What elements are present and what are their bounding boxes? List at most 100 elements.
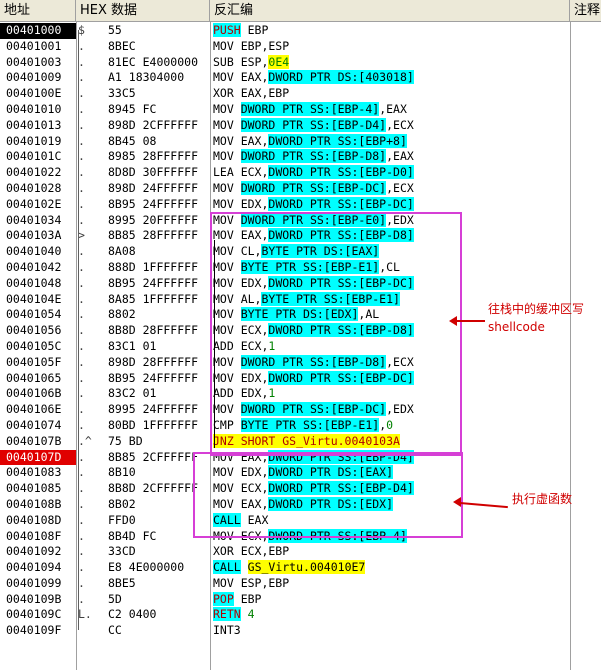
row-disassembly: MOV DWORD PTR SS:[EBP-D4],ECX (213, 117, 414, 132)
row-marker: . (78, 165, 85, 180)
table-row[interactable]: 0040108B. 8B02 MOV EAX,DWORD PTR DS:[EDX] (0, 496, 601, 513)
row-disassembly: MOV BYTE PTR DS:[EDX],AL (213, 307, 380, 322)
row-marker: . (78, 512, 85, 527)
table-row[interactable]: 00401085. 8B8D 2CFFFFFF MOV ECX,DWORD PTR … (0, 481, 601, 497)
column-header-disassembly[interactable]: 反汇编 (210, 0, 570, 21)
row-marker: L. (78, 607, 92, 622)
row-disassembly: MOV DWORD PTR SS:[EBP-DC],EDX (213, 402, 414, 417)
row-hex: 8B4D FC (108, 528, 157, 543)
row-disassembly: MOV EDX,DWORD PTR SS:[EBP-DC] (213, 370, 414, 385)
row-marker: . (78, 275, 85, 290)
row-hex: 8B95 24FFFFFF (108, 196, 199, 211)
row-marker: . (78, 402, 85, 417)
row-disassembly: SUB ESP,0E4 (213, 54, 290, 69)
row-marker: . (78, 591, 85, 606)
table-row[interactable]: 0040109C L. C2 0400 RETN 4 (0, 607, 601, 623)
row-hex: 8B10 (108, 465, 136, 480)
row-hex: A1 18304000 (108, 70, 185, 85)
table-row[interactable]: 0040105F. 898D 28FFFFFF MOV DWORD PTR SS:[… (0, 354, 601, 371)
column-header-comment[interactable]: 注释 (570, 0, 601, 21)
row-address: 00401040 (6, 244, 62, 259)
row-marker: . (78, 86, 85, 101)
row-hex: 81EC E4000000 (108, 54, 199, 69)
row-address: 00401003 (6, 54, 62, 69)
table-row[interactable]: 00401010. 8945 FC MOV DWORD PTR SS:[EBP-4]… (0, 101, 601, 118)
table-row[interactable]: 00401028. 898D 24FFFFFF MOV DWORD PTR SS:[… (0, 180, 601, 197)
row-hex: 33CD (108, 544, 136, 559)
row-marker: . (78, 38, 85, 53)
column-header-address[interactable]: 地址 (0, 0, 76, 21)
row-address: 0040105F (6, 354, 62, 369)
table-row[interactable]: 00401009. A1 18304000 MOV EAX,DWORD PTR DS… (0, 70, 601, 86)
row-disassembly: MOV CL,BYTE PTR DS:[EAX] (213, 244, 380, 259)
table-row[interactable]: 00401092. 33CD XOR ECX,EBP (0, 544, 601, 560)
row-address: 00401000 (0, 23, 76, 39)
row-marker: . (78, 133, 85, 148)
table-row[interactable]: 00401034. 8995 20FFFFFF MOV DWORD PTR SS:[… (0, 212, 601, 229)
row-disassembly: INT3 (213, 623, 241, 638)
table-row[interactable]: 0040106B. 83C2 01 ADD EDX,1 (0, 386, 601, 402)
table-row[interactable]: 00401022. 8D8D 30FFFFFF LEA ECX,DWORD PTR … (0, 165, 601, 181)
row-disassembly: MOV EAX,DWORD PTR SS:[EBP+8] (213, 133, 407, 148)
row-disassembly: MOV EDX,DWORD PTR DS:[EAX] (213, 465, 394, 480)
table-row[interactable]: 0040100E. 33C5 XOR EAX,EBP (0, 86, 601, 102)
table-row[interactable]: 0040107D. 8B85 2CFFFFFF MOV EAX,DWORD PTR … (0, 449, 601, 466)
row-marker: . (78, 291, 85, 306)
column-header-hex[interactable]: HEX 数据 (76, 0, 210, 21)
row-hex: 83C2 01 (108, 386, 157, 401)
table-row[interactable]: 00401019. 8B45 08 MOV EAX,DWORD PTR SS:[EB… (0, 133, 601, 150)
row-disassembly: XOR EAX,EBP (213, 86, 290, 101)
row-address: 0040103A (6, 228, 62, 243)
row-disassembly: MOV DWORD PTR SS:[EBP-E0],EDX (213, 212, 414, 227)
table-row[interactable]: 0040108F. 8B4D FC MOV ECX,DWORD PTR SS:[EB… (0, 528, 601, 545)
row-hex: 8985 28FFFFFF (108, 149, 199, 164)
table-row[interactable]: 0040101C. 8985 28FFFFFF MOV DWORD PTR SS:[… (0, 149, 601, 165)
row-address: 0040108D (6, 512, 62, 527)
row-address: 00401074 (6, 417, 62, 432)
row-hex: 8BEC (108, 38, 136, 53)
table-row[interactable]: 0040105C. 83C1 01 ADD ECX,1 (0, 339, 601, 355)
table-row[interactable]: 0040102E. 8B95 24FFFFFF MOV EDX,DWORD PTR … (0, 196, 601, 213)
row-marker: . (78, 149, 85, 164)
row-marker: . (78, 212, 85, 227)
row-address: 00401083 (6, 465, 62, 480)
table-row[interactable]: 00401048. 8B95 24FFFFFF MOV EDX,DWORD PTR … (0, 275, 601, 292)
table-row[interactable]: 0040108D. FFD0 CALL EAX (0, 512, 601, 529)
table-row[interactable]: 00401001. 8BEC MOV EBP,ESP (0, 39, 601, 55)
row-marker: . (78, 196, 85, 211)
table-row[interactable]: 00401013. 898D 2CFFFFFF MOV DWORD PTR SS:[… (0, 117, 601, 134)
row-disassembly: RETN 4 (213, 607, 255, 622)
table-row[interactable]: 00401040. 8A08 MOV CL,BYTE PTR DS:[EAX] (0, 244, 601, 260)
row-address: 00401009 (6, 70, 62, 85)
row-disassembly: XOR ECX,EBP (213, 544, 290, 559)
table-row[interactable]: 0040107B .^ 75 BD JNZ SHORT GS_Virtu.004010… (0, 433, 601, 450)
row-address: 0040109B (6, 591, 62, 606)
row-hex: 75 BD (108, 433, 143, 448)
row-address: 00401048 (6, 275, 62, 290)
row-hex: 8B85 28FFFFFF (108, 228, 199, 243)
table-row[interactable]: 00401099. 8BE5 MOV ESP,EBP (0, 576, 601, 592)
row-disassembly: MOV EAX,DWORD PTR DS:[EDX] (213, 496, 394, 511)
table-row[interactable]: 00401074. 80BD 1FFFFFFF CMP BYTE PTR SS:[E… (0, 417, 601, 434)
row-marker: . (78, 386, 85, 401)
arrow-head-icon (453, 497, 461, 507)
table-row[interactable]: 0040106E. 8995 24FFFFFF MOV DWORD PTR SS:[… (0, 402, 601, 418)
row-hex: C2 0400 (108, 607, 157, 622)
table-row[interactable]: 00401083. 8B10 MOV EDX,DWORD PTR DS:[EAX] (0, 465, 601, 481)
table-row[interactable]: 0040109B. 5D POP EBP (0, 591, 601, 608)
row-disassembly: MOV EAX,DWORD PTR SS:[EBP-D8] (213, 228, 414, 243)
table-row[interactable]: 00401003. 81EC E4000000 SUB ESP,0E4 (0, 54, 601, 71)
row-hex: FFD0 (108, 512, 136, 527)
table-row[interactable]: 0040103A >8B85 28FFFFFF MOV EAX,DWORD PTR … (0, 228, 601, 244)
table-row[interactable]: 00401042. 888D 1FFFFFFF MOV BYTE PTR SS:[E… (0, 259, 601, 276)
table-row[interactable]: 00401065. 8B95 24FFFFFF MOV EDX,DWORD PTR … (0, 370, 601, 387)
row-disassembly: ADD ECX,1 (213, 338, 276, 353)
row-disassembly: PUSH EBP (213, 23, 269, 37)
row-marker: . (78, 481, 85, 496)
row-hex: 8B95 24FFFFFF (108, 275, 199, 290)
table-row[interactable]: 00401094. E8 4E000000 CALL GS_Virtu.004010… (0, 560, 601, 576)
table-row[interactable]: 0040109F CC INT3 (0, 623, 601, 639)
table-row[interactable]: 00401000 $55 PUSH EBP (0, 23, 601, 39)
row-marker: . (78, 496, 85, 511)
row-hex: 8A08 (108, 244, 136, 259)
